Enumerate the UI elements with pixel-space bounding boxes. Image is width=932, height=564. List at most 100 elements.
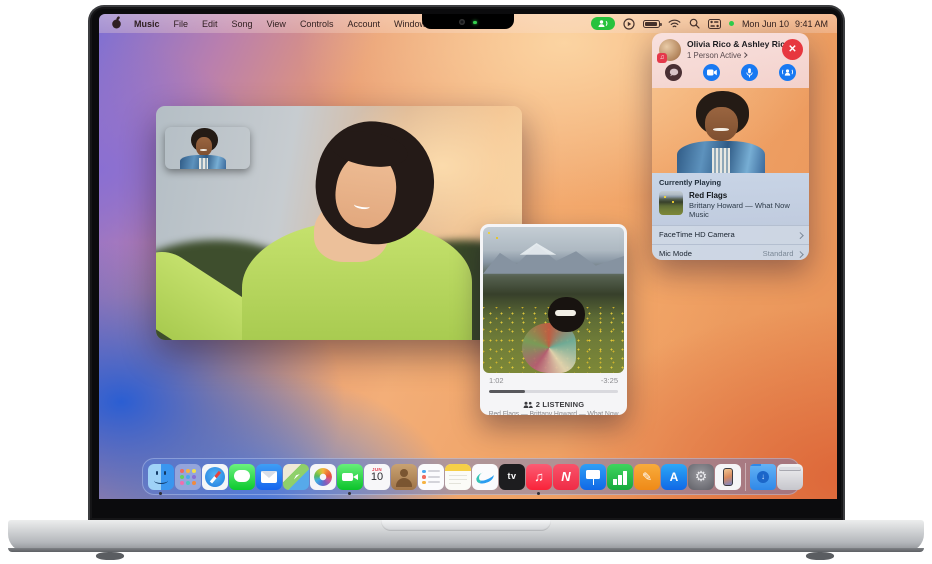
dock-item-photos[interactable] <box>310 464 336 490</box>
facetime-session-panel[interactable]: ♫ Olivia Rico & Ashley Rico 1 Person Act… <box>652 33 809 260</box>
dock-item-app-store[interactable]: A <box>661 464 687 490</box>
listeners-icon <box>523 401 533 409</box>
dock-item-system-settings[interactable]: ⚙ <box>688 464 714 490</box>
menu-bar-time: 9:41 AM <box>795 19 828 29</box>
wifi-icon[interactable] <box>668 19 681 29</box>
dock-item-launchpad[interactable] <box>175 464 201 490</box>
shareplay-music-card[interactable]: 1:02 -3:25 2 LISTENING Red Flags — Britt… <box>480 224 627 415</box>
screen-sharing-pill[interactable] <box>591 17 615 30</box>
running-indicator <box>537 492 540 495</box>
call-avatar: ♫ <box>659 39 681 61</box>
chevron-right-icon <box>797 251 803 257</box>
dock-item-calendar[interactable]: JUN 10 <box>364 464 390 490</box>
pages-pen-icon: ✎ <box>634 464 660 490</box>
gear-icon: ⚙ <box>688 464 714 489</box>
running-indicator <box>348 492 351 495</box>
currently-playing-section: Currently Playing Red Flags Brittany How… <box>652 173 809 225</box>
facetime-camera-lens <box>459 19 465 25</box>
call-controls <box>659 61 802 81</box>
calendar-day-label: 10 <box>364 471 390 483</box>
end-call-button[interactable]: ✕ <box>782 39 803 60</box>
remaining-time: -3:25 <box>601 376 618 385</box>
progress-bar[interactable] <box>489 390 618 393</box>
laptop-lid-scoop <box>381 520 551 531</box>
pip-man-smile <box>200 149 208 151</box>
album-art <box>483 227 624 373</box>
song-artist-album: Brittany Howard — What Now <box>689 201 790 210</box>
menu-controls[interactable]: Controls <box>293 19 341 29</box>
dock-item-mail[interactable] <box>256 464 282 490</box>
dock-item-finder[interactable] <box>148 464 174 490</box>
dock-item-news[interactable]: N <box>553 464 579 490</box>
dock-item-safari[interactable] <box>202 464 228 490</box>
laptop-base-edge <box>8 548 924 552</box>
dock-item-apple-tv[interactable]: tv <box>499 464 525 490</box>
messages-bubble-button[interactable] <box>665 64 682 81</box>
track-title-line: Red Flags — Brittany Howard — What Now <box>480 411 627 415</box>
dock-item-freeform[interactable] <box>472 464 498 490</box>
album-snowcap <box>520 243 557 255</box>
menu-app-name[interactable]: Music <box>127 19 167 29</box>
pip-self-view[interactable] <box>165 127 250 169</box>
macbook-screenshot: Music File Edit Song View Controls Accou… <box>0 0 932 564</box>
dock-item-maps[interactable] <box>283 464 309 490</box>
dock-item-contacts[interactable] <box>391 464 417 490</box>
dock-item-numbers[interactable] <box>607 464 633 490</box>
elapsed-time: 1:02 <box>489 376 504 385</box>
dock-item-pages[interactable]: ✎ <box>634 464 660 490</box>
laptop-foot-right <box>806 552 834 560</box>
apple-tv-label: tv <box>499 471 525 481</box>
mic-mode-value: Standard <box>763 249 794 258</box>
song-source-app: Music <box>689 210 790 219</box>
running-indicator <box>159 492 162 495</box>
menu-edit[interactable]: Edit <box>195 19 225 29</box>
camera-notch <box>422 14 514 29</box>
chevron-right-icon <box>797 232 803 238</box>
recording-indicator-dot <box>729 21 734 26</box>
battery-icon[interactable] <box>643 20 660 28</box>
apple-menu-icon[interactable] <box>107 16 127 31</box>
shareplay-button[interactable] <box>779 64 796 81</box>
progress-fill <box>489 390 525 393</box>
laptop-foot-left <box>96 552 124 560</box>
laptop-lid: Music File Edit Song View Controls Accou… <box>88 5 845 520</box>
man-face <box>705 107 738 141</box>
camera-active-led <box>473 21 477 25</box>
dock-item-iphone-mirroring[interactable] <box>715 464 741 490</box>
pip-man-face <box>196 137 212 155</box>
active-status-label: 1 Person Active <box>687 51 741 60</box>
currently-playing-label: Currently Playing <box>659 178 802 187</box>
menu-bar-clock[interactable]: Mon Jun 10 9:41 AM <box>742 19 828 29</box>
dock-item-notes[interactable] <box>445 464 471 490</box>
menu-account[interactable]: Account <box>340 19 387 29</box>
dock-item-trash[interactable] <box>777 464 803 490</box>
menu-view[interactable]: View <box>260 19 293 29</box>
listening-count-label: 2 LISTENING <box>536 400 584 409</box>
camera-row[interactable]: FaceTime HD Camera <box>652 225 809 244</box>
dock-item-reminders[interactable] <box>418 464 444 490</box>
music-badge-icon: ♫ <box>657 53 667 63</box>
menu-file[interactable]: File <box>167 19 196 29</box>
now-playing-icon[interactable] <box>623 18 635 30</box>
menu-song[interactable]: Song <box>225 19 260 29</box>
dock-item-music[interactable]: ♫ <box>526 464 552 490</box>
control-center-icon[interactable] <box>708 19 721 29</box>
album-mountains <box>483 242 624 274</box>
song-title: Red Flags <box>689 191 790 201</box>
mic-button[interactable] <box>741 64 758 81</box>
dock-divider <box>745 463 746 491</box>
dock-item-facetime[interactable] <box>337 464 363 490</box>
camera-row-label: FaceTime HD Camera <box>659 230 798 239</box>
video-button[interactable] <box>703 64 720 81</box>
chevron-right-icon <box>742 53 747 58</box>
app-store-logo: A <box>661 464 687 490</box>
dock: JUN 10 <box>142 458 800 495</box>
dock-item-messages[interactable] <box>229 464 255 490</box>
dock-item-downloads[interactable]: ↓ <box>750 464 776 490</box>
remote-video-thumbnail[interactable] <box>652 88 809 173</box>
dock-item-keynote[interactable] <box>580 464 606 490</box>
spotlight-search-icon[interactable] <box>689 18 700 29</box>
menu-bar-date: Mon Jun 10 <box>742 19 789 29</box>
mic-mode-row[interactable]: Mic Mode Standard <box>652 244 809 260</box>
man-shirt <box>712 148 731 174</box>
